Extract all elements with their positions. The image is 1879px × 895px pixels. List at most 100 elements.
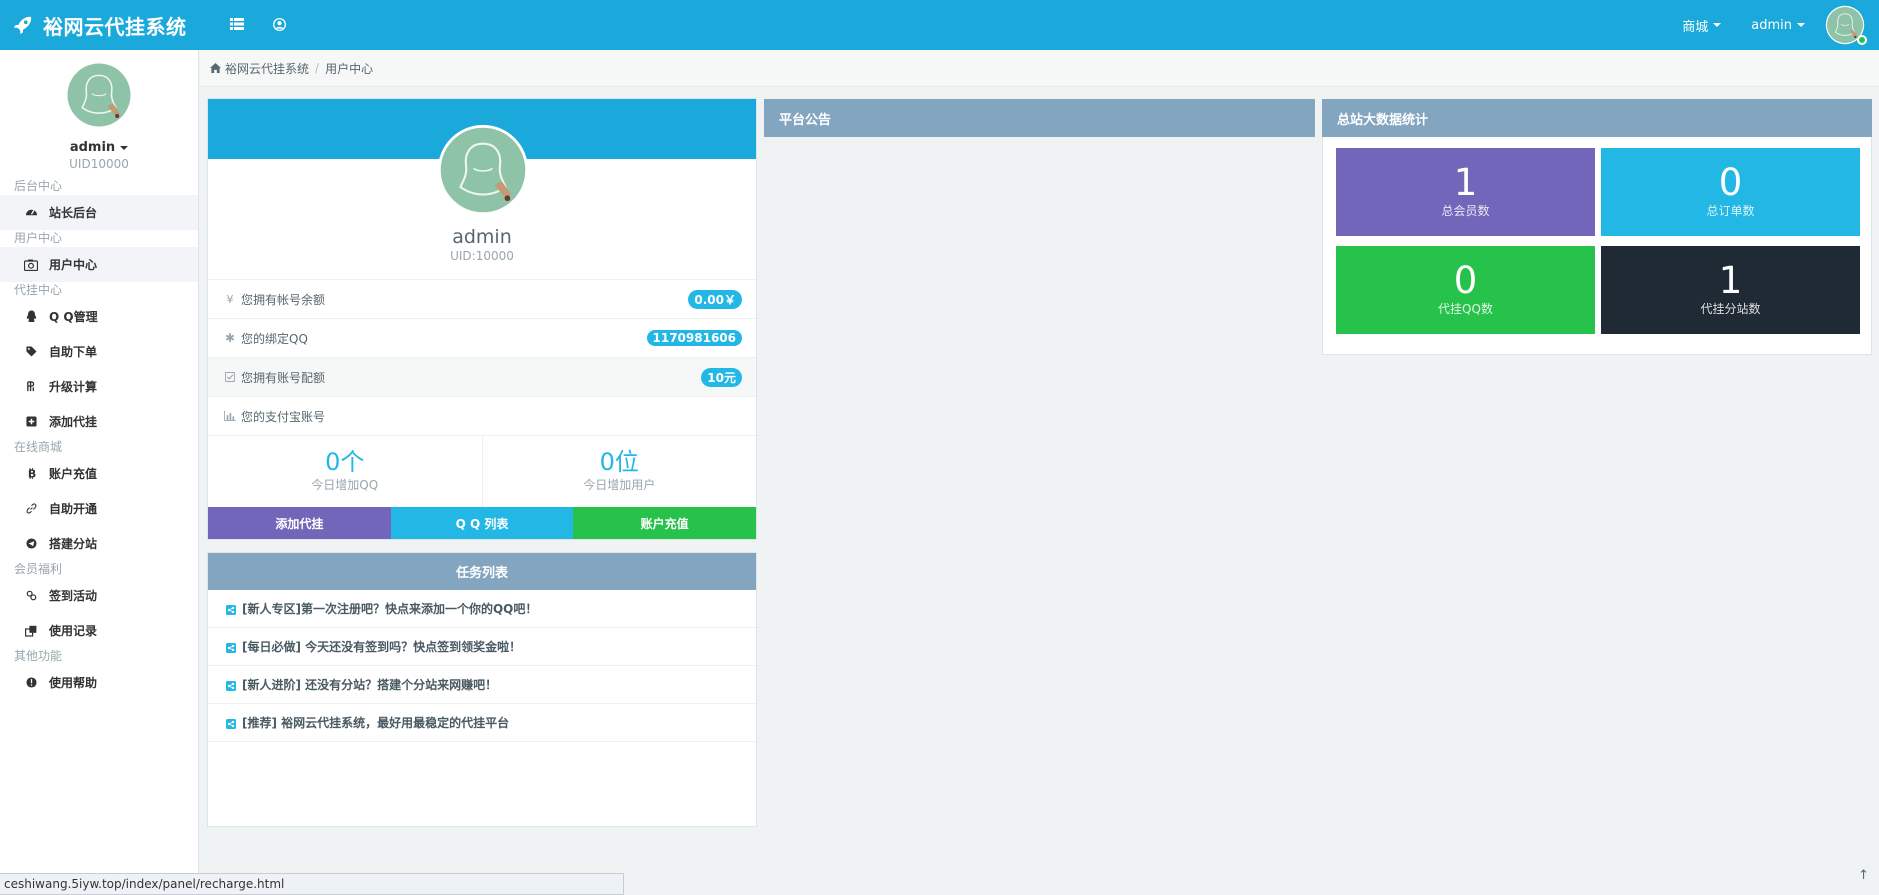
user-circle-icon: [272, 17, 286, 31]
sidebar-item[interactable]: Q Q管理: [0, 299, 198, 334]
scroll-top-icon[interactable]: ↑: [1858, 868, 1869, 883]
stat-tile-caption: 代挂分站数: [1700, 302, 1761, 316]
profile-info-text: 您的绑定QQ: [241, 331, 308, 346]
status-badge: 0.00￥: [688, 289, 742, 309]
online-status-dot: [1857, 35, 1867, 45]
user-dropdown[interactable]: admin: [1751, 18, 1805, 33]
sidebar-item-label: 自助下单: [49, 345, 98, 359]
sidebar-item[interactable]: 自助开通: [0, 491, 198, 526]
add-proxy-button[interactable]: 添加代挂: [208, 507, 391, 539]
calculator-icon: [24, 380, 38, 394]
qq-list-button[interactable]: Q Q 列表: [390, 507, 574, 539]
status-url: ceshiwang.5iyw.top/index/panel/recharge.…: [4, 877, 285, 891]
sidebar-item-label: Q Q管理: [49, 310, 98, 324]
avatar: [436, 123, 530, 217]
profile-info-row: 您拥有账号配额 10元: [208, 357, 756, 396]
sidebar-section-header: 其他功能: [14, 649, 63, 663]
user-profile-button[interactable]: [269, 14, 289, 34]
sidebar-item-label: 添加代挂: [49, 415, 98, 429]
sidebar-item-label: 使用记录: [49, 624, 98, 638]
sidebar-item[interactable]: 用户中心: [0, 247, 198, 282]
sidebar-item[interactable]: 使用记录: [0, 613, 198, 648]
clone-icon: [24, 624, 38, 638]
plus-square-icon: [24, 415, 38, 429]
site-stats-title: 总站大数据统计: [1322, 99, 1872, 137]
profile-info-text: 您拥有帐号余额: [241, 292, 326, 307]
sidebar-username: admin: [69, 140, 116, 155]
profile-info-label: 您拥有账号配额: [224, 369, 325, 386]
sidebar-item[interactable]: 自助下单: [0, 334, 198, 369]
task-text: [每日必做] 今天还没有签到吗？快点签到领奖金啦！: [242, 640, 522, 654]
sidebar-item-label: 自助开通: [49, 502, 98, 516]
stat-tile: 0 总订单数: [1601, 148, 1860, 236]
task-list-card: 任务列表 [新人专区]第一次注册吧？快点来添加一个你的QQ吧！ [每日必做] 今天…: [207, 552, 757, 827]
profile-stat-caption: 今日增加用户: [583, 478, 656, 492]
sidebar-uid: UID10000: [69, 157, 129, 171]
stat-tile-caption: 代挂QQ数: [1438, 302, 1493, 316]
list-item[interactable]: [每日必做] 今天还没有签到吗？快点签到领奖金啦！: [208, 628, 756, 666]
share-square-icon: [226, 680, 236, 691]
chevron-down-icon: [1713, 23, 1722, 27]
sidebar-item[interactable]: 使用帮助: [0, 665, 198, 700]
share-square-icon: [226, 642, 236, 653]
breadcrumb-separator: /: [315, 61, 320, 75]
sidebar-item[interactable]: 站长后台: [0, 195, 198, 230]
profile-stat-caption: 今日增加QQ: [311, 478, 379, 492]
profile-action-buttons: 添加代挂 Q Q 列表 账户充值: [208, 507, 757, 539]
rocket-icon: [13, 16, 32, 35]
sidebar-item[interactable]: 升级计算: [0, 369, 198, 404]
sidebar-item[interactable]: 添加代挂: [0, 404, 198, 439]
status-badge: 1170981606: [646, 330, 742, 346]
bar-chart-icon: [224, 411, 236, 421]
recharge-button[interactable]: 账户充值: [573, 507, 757, 539]
user-label: admin: [1751, 17, 1792, 33]
stat-tile-caption: 总会员数: [1441, 204, 1490, 218]
profile-info-label: ✱ 您的绑定QQ: [224, 330, 308, 347]
notice-title: 平台公告: [764, 99, 1315, 137]
telegram-icon: [24, 537, 38, 551]
stat-tile: 0 代挂QQ数: [1336, 246, 1595, 334]
asterisk-icon: ✱: [224, 331, 236, 345]
sidebar-section-header: 代挂中心: [14, 283, 63, 297]
profile-stat: 0个今日增加QQ: [208, 436, 482, 507]
site-stats-panel: 总站大数据统计 1 总会员数 0 总订单数 0 代挂QQ数 1 代挂分站数: [1322, 99, 1872, 355]
stat-tile-caption: 总订单数: [1706, 204, 1755, 218]
stat-tile-value: 1: [1718, 259, 1743, 302]
tag-icon: [24, 345, 38, 359]
breadcrumb: 裕网云代挂系统 / 用户中心: [200, 50, 1879, 87]
chain-icon: [24, 589, 38, 603]
bitcoin-icon: B: [24, 467, 38, 481]
home-icon: [210, 63, 221, 73]
sidebar-section-header: 用户中心: [14, 231, 63, 245]
sidebar-section-header: 在线商城: [14, 440, 63, 454]
sidebar-section-header: 会员福利: [14, 562, 63, 576]
list-item[interactable]: [新人专区]第一次注册吧？快点来添加一个你的QQ吧！: [208, 590, 756, 628]
menu-toggle-button[interactable]: [227, 14, 247, 34]
breadcrumb-current: 用户中心: [325, 61, 374, 76]
list-item[interactable]: [新人进阶] 还没有分站？搭建个分站来网赚吧！: [208, 666, 756, 704]
top-navbar: 裕网云代挂系统 商城 admin: [0, 0, 1879, 50]
sidebar-user-dropdown[interactable]: admin: [0, 140, 198, 155]
sidebar-item[interactable]: 搭建分站: [0, 526, 198, 561]
profile-stat-value: 0个: [325, 448, 365, 476]
list-icon: [230, 18, 244, 30]
chevron-down-icon: [120, 145, 129, 150]
stat-tile-value: 0: [1718, 161, 1743, 204]
chevron-down-icon: [1797, 23, 1805, 27]
sidebar-item[interactable]: 签到活动: [0, 578, 198, 613]
shop-dropdown[interactable]: 商城: [1682, 16, 1722, 35]
breadcrumb-home-link[interactable]: 裕网云代挂系统: [225, 60, 309, 77]
profile-info-label: ¥ 您拥有帐号余额: [224, 291, 326, 308]
avatar[interactable]: [1825, 5, 1867, 45]
list-item[interactable]: [推荐] 裕网云代挂系统，最好用最稳定的代挂平台: [208, 704, 756, 742]
status-badge: 10元: [701, 367, 742, 387]
brand[interactable]: 裕网云代挂系统: [12, 0, 187, 50]
profile-info-text: 您拥有账号配额: [241, 370, 326, 385]
sidebar-item[interactable]: B 账户充值: [0, 456, 198, 491]
sidebar-item-label: 站长后台: [49, 206, 98, 220]
profile-stats: 0个 今日增加QQ 0位 今日增加用户: [208, 435, 756, 507]
link-icon: [24, 502, 38, 516]
sidebar-menu: 后台中心 站长后台 用户中心 用户中心 代挂中心 Q Q管理 自助下单 升级计算 添加代挂 在线商…: [0, 178, 198, 700]
stat-tile: 1 总会员数: [1336, 148, 1595, 236]
share-square-icon: [226, 718, 236, 729]
